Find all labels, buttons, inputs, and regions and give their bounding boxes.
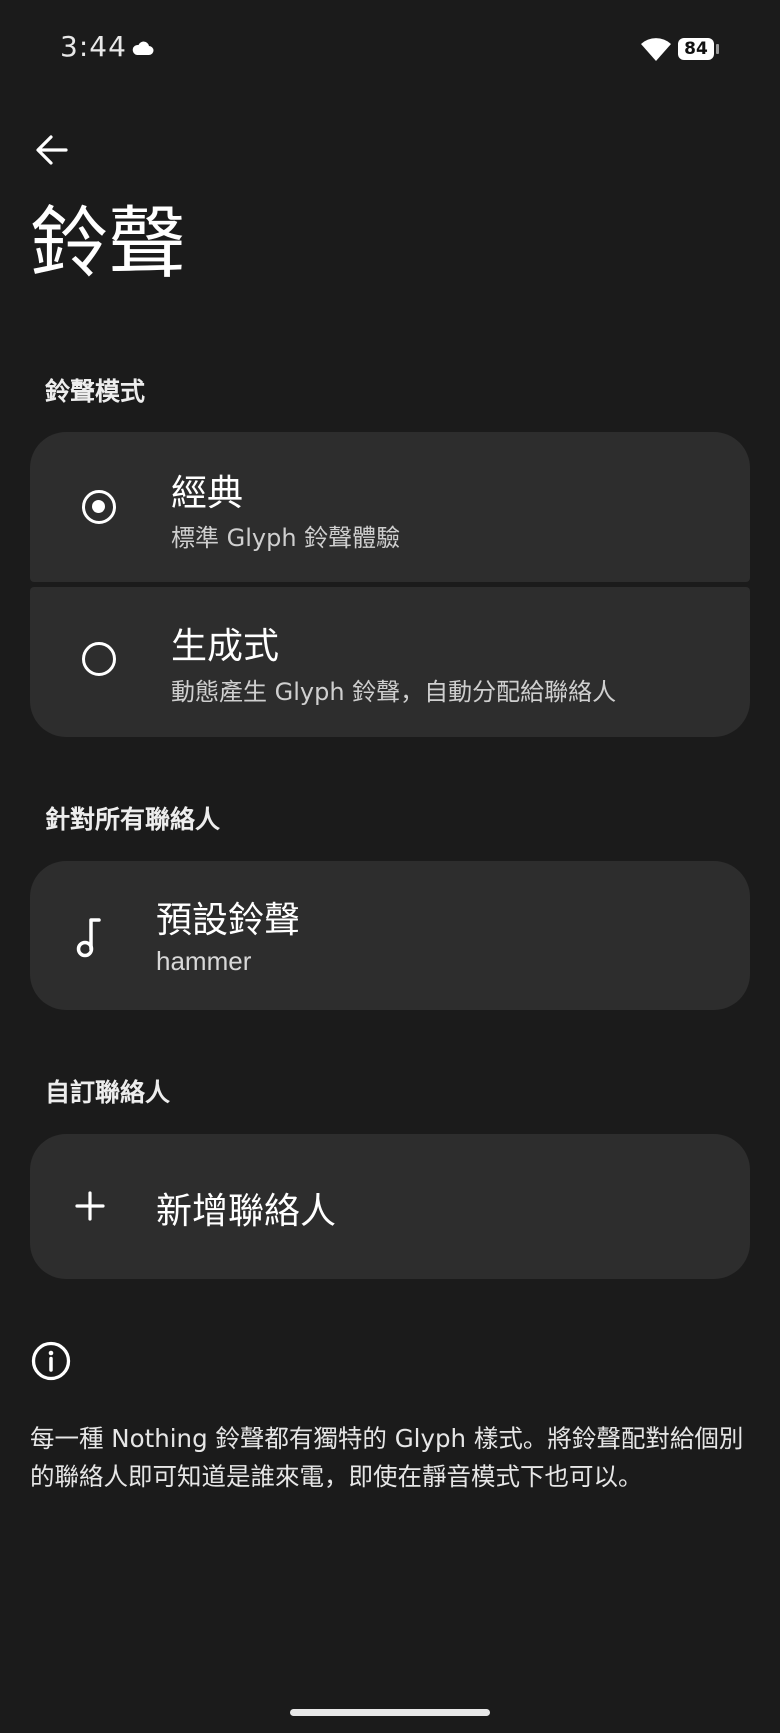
info-text: 每一種 Nothing 鈴聲都有獨特的 Glyph 樣式。將鈴聲配對給個別的聯絡… [30,1424,744,1491]
plus-icon [75,1191,105,1221]
section-header-all-contacts: 針對所有聯絡人 [45,805,221,834]
battery-level: 84 [678,38,714,60]
back-button[interactable] [28,126,76,174]
option-title: 經典 [171,473,244,514]
radio-generative[interactable] [82,642,116,676]
radio-dot [92,500,105,513]
page-title: 鈴聲 [30,199,187,289]
option-generative[interactable]: 生成式 動態產生 Glyph 鈴聲，自動分配給聯絡人 [30,587,750,737]
status-bar: 3:44 84 [0,0,780,100]
arrow-left-icon [36,135,68,165]
radio-classic[interactable] [82,490,116,524]
home-indicator[interactable] [290,1709,490,1716]
option-subtitle: 動態產生 Glyph 鈴聲，自動分配給聯絡人 [171,678,617,706]
info-icon [31,1341,71,1381]
default-ringtone-value: hammer [156,946,252,976]
section-header-ringtone-mode: 鈴聲模式 [45,377,146,406]
status-time: 3:44 [60,30,127,63]
battery-cap [716,44,719,54]
default-ringtone-title: 預設鈴聲 [156,900,301,941]
option-classic[interactable]: 經典 標準 Glyph 鈴聲體驗 [30,432,750,582]
wifi-icon [641,38,671,61]
add-contact-label: 新增聯絡人 [156,1191,337,1232]
cloud-icon [132,41,154,55]
add-contact-button[interactable]: 新增聯絡人 [30,1134,750,1279]
section-header-custom-contacts: 自訂聯絡人 [45,1078,171,1107]
battery-icon: 84 [678,38,720,62]
music-note-icon [76,918,101,958]
option-title: 生成式 [171,626,280,667]
default-ringtone-item[interactable]: 預設鈴聲 hammer [30,861,750,1010]
option-subtitle: 標準 Glyph 鈴聲體驗 [171,524,401,552]
